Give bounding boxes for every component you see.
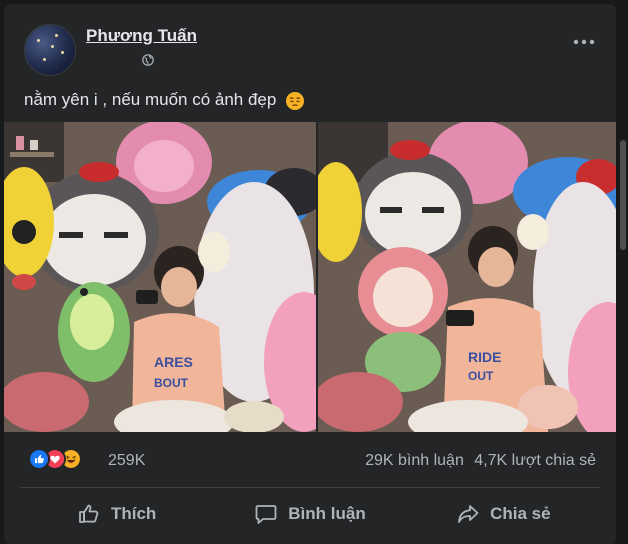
photo-right[interactable]: RIDE OUT (318, 122, 616, 432)
like-reaction-icon[interactable] (28, 448, 50, 470)
reaction-count[interactable]: 259K (108, 452, 145, 470)
share-count[interactable]: 4,7K lượt chia sẻ (474, 452, 596, 469)
avatar[interactable] (24, 24, 76, 76)
scrollbar[interactable] (618, 0, 628, 544)
svg-text:ARES: ARES (154, 354, 193, 370)
pensive-face-emoji (286, 91, 305, 110)
author-name[interactable]: Phương Tuấn (86, 26, 197, 46)
photo-left[interactable]: ARES BOUT (4, 122, 316, 432)
svg-text:BOUT: BOUT (154, 376, 189, 390)
svg-text:RIDE: RIDE (468, 349, 501, 365)
post-text: nằm yên i , nếu muốn có ảnh đẹp (24, 90, 305, 111)
like-button-label: Thích (110, 504, 157, 523)
post-text-content: nằm yên i , nếu muốn có ảnh đẹp (24, 90, 277, 109)
comment-bubble-icon (255, 505, 277, 524)
comment-share-stats: 29K bình luận 4,7K lượt chia sẻ (359, 452, 596, 470)
thumbs-up-icon (79, 504, 99, 523)
share-button-label: Chia sẻ (490, 504, 551, 523)
like-button[interactable]: Thích (20, 494, 213, 534)
svg-text:OUT: OUT (468, 369, 494, 383)
post-card: Phương Tuấn nằm yên i , nếu muốn có ảnh … (4, 4, 616, 544)
share-arrow-icon (458, 505, 479, 523)
globe-icon[interactable] (142, 54, 154, 66)
share-button[interactable]: Chia sẻ (407, 494, 600, 534)
scrollbar-thumb[interactable] (620, 140, 626, 250)
more-options-icon[interactable] (572, 36, 596, 48)
comment-button-label: Bình luận (288, 504, 366, 523)
divider (20, 487, 600, 488)
action-bar: Thích Bình luận Chia sẻ (20, 494, 600, 534)
comment-count[interactable]: 29K bình luận (365, 452, 464, 469)
comment-button[interactable]: Bình luận (213, 494, 406, 534)
reaction-stats: 259K 29K bình luận 4,7K lượt chia sẻ (4, 448, 616, 472)
